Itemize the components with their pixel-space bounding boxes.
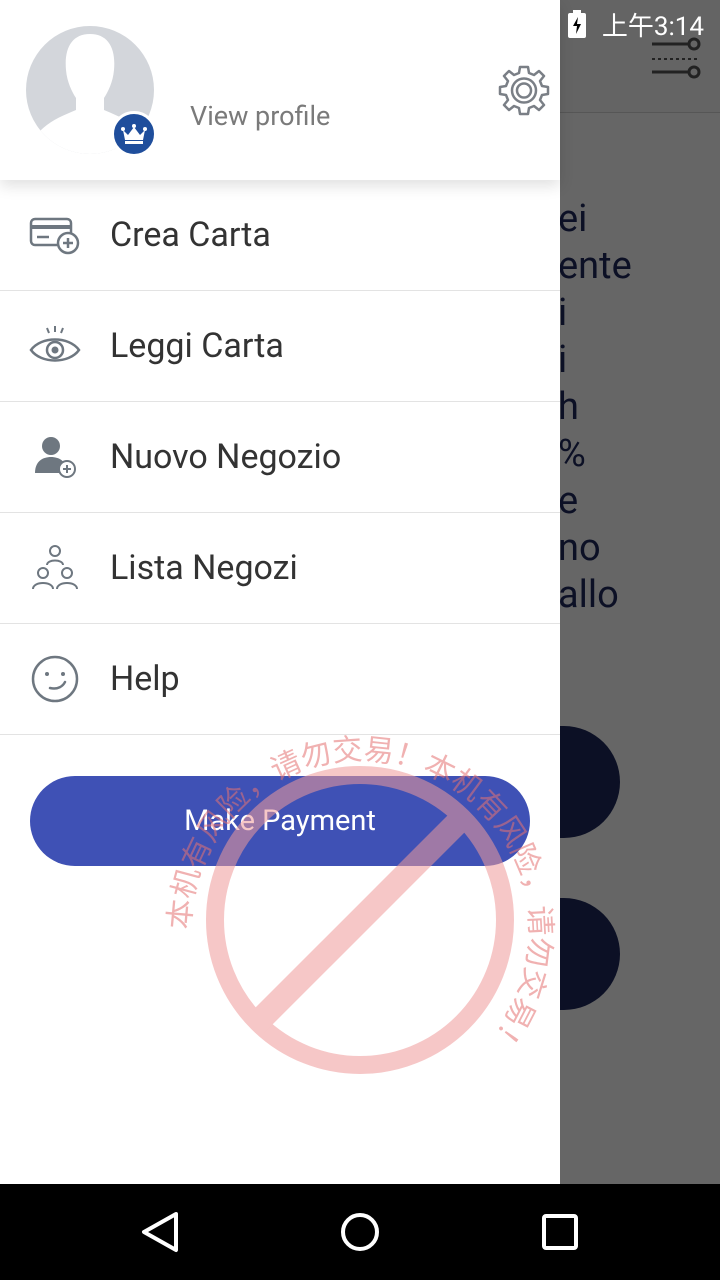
menu-item-crea-carta[interactable]: Crea Carta (0, 180, 560, 291)
status-time: 上午3:14 (601, 11, 704, 42)
back-icon[interactable] (136, 1208, 184, 1256)
menu-item-help[interactable]: Help (0, 624, 560, 735)
status-bar: 上午3:14 (567, 6, 704, 42)
premium-badge (111, 111, 157, 157)
crown-icon (121, 124, 147, 144)
menu-item-label: Nuovo Negozio (110, 437, 342, 477)
recents-icon[interactable] (536, 1208, 584, 1256)
battery-charging-icon (567, 10, 586, 38)
menu-item-label: Lista Negozi (110, 548, 298, 588)
menu-item-label: Crea Carta (110, 215, 271, 255)
menu-item-leggi-carta[interactable]: Leggi Carta (0, 291, 560, 402)
navigation-drawer: View profile Crea Carta Leggi Carta Nuov… (0, 0, 560, 1184)
make-payment-button[interactable]: Make Payment (30, 776, 530, 866)
add-user-icon (28, 430, 82, 484)
settings-icon[interactable] (498, 64, 550, 116)
eye-icon (28, 319, 82, 373)
system-navigation-bar (0, 1184, 720, 1280)
menu-item-label: Help (110, 659, 180, 699)
menu-item-lista-negozi[interactable]: Lista Negozi (0, 513, 560, 624)
group-icon (28, 541, 82, 595)
view-profile-link[interactable]: View profile (190, 100, 330, 132)
drawer-header: View profile (0, 0, 560, 180)
add-card-icon (28, 208, 82, 262)
home-icon[interactable] (336, 1208, 384, 1256)
menu-item-nuovo-negozio[interactable]: Nuovo Negozio (0, 402, 560, 513)
smiley-icon (28, 652, 82, 706)
menu-item-label: Leggi Carta (110, 326, 284, 366)
